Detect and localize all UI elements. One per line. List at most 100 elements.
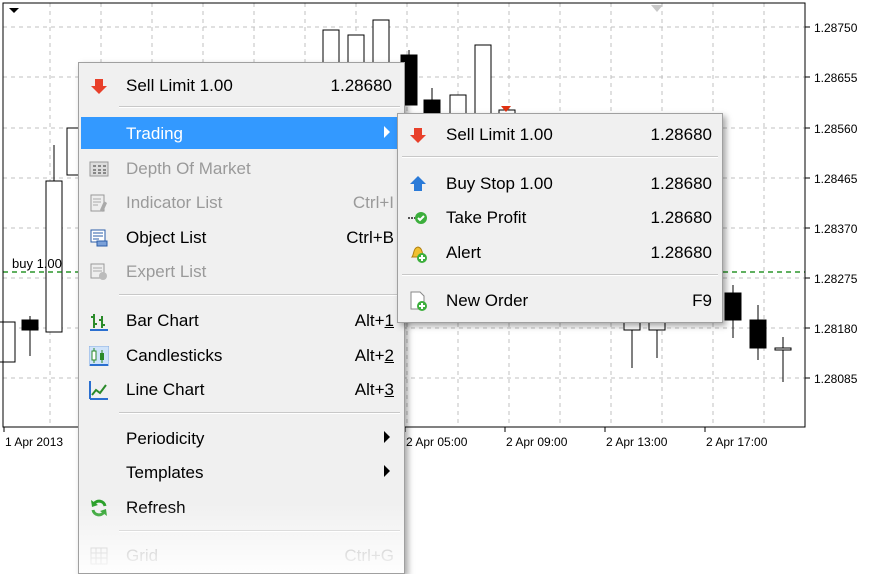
price-axis: 1.28750 1.28655 1.28560 1.28465 1.28370 1.282… [805, 21, 858, 386]
menu-item-indicator-list[interactable]: Indicator List Ctrl+I [81, 186, 402, 218]
menu-item-label: Expert List [126, 262, 207, 281]
menu-separator [402, 274, 718, 276]
menu-item-periodicity[interactable]: Periodicity [81, 422, 402, 454]
expert-list-icon [90, 263, 107, 280]
menu-item-label: Sell Limit 1.00 [446, 125, 553, 144]
menu-item-expert-list[interactable]: Expert List [81, 255, 402, 287]
menu-item-label: Bar Chart [126, 311, 199, 330]
buy-arrow-icon [410, 176, 426, 191]
candle-body [372, 19, 390, 66]
menu-item-refresh[interactable]: Refresh [81, 491, 402, 523]
menu-item-templates[interactable]: Templates [81, 456, 402, 488]
submenu-arrow-icon [384, 465, 390, 477]
candlesticks-icon [89, 346, 109, 366]
menu-item-bar-chart[interactable]: Bar Chart Alt+1 [81, 304, 402, 336]
menu-item-object-list[interactable]: Object List Ctrl+B [81, 221, 402, 253]
candle-body [322, 29, 340, 66]
menu-item-value: 1.28680 [650, 174, 712, 193]
menu-item-value: 1.28680 [650, 125, 712, 144]
candle-body [774, 347, 792, 351]
menu-separator [119, 412, 400, 414]
submenu-item-sell-limit[interactable]: Sell Limit 1.00 1.28680 [400, 118, 720, 150]
menu-item-shortcut: Ctrl+I [352, 193, 394, 212]
alert-bell-icon [410, 246, 427, 263]
menu-item-sell-limit[interactable]: Sell Limit 1.00 1.28680 [81, 69, 402, 101]
menu-item-label: Refresh [126, 498, 186, 517]
grid-icon [90, 547, 108, 565]
menu-item-label: Periodicity [126, 429, 205, 448]
depth-of-market-icon [89, 161, 109, 177]
price-tick-label: 1.28275 [814, 272, 858, 286]
submenu-item-new-order[interactable]: New Order F9 [400, 284, 720, 316]
sell-arrow-icon [91, 79, 107, 94]
object-list-icon [90, 229, 108, 247]
menu-item-shortcut: Alt+1 [354, 311, 394, 330]
menu-item-label: Take Profit [446, 208, 527, 227]
price-tick-label: 1.28655 [814, 71, 858, 85]
menu-item-value: 1.28680 [330, 76, 392, 95]
line-chart-icon [89, 381, 108, 400]
menu-item-value: 1.28680 [650, 208, 712, 227]
menu-item-label: Candlesticks [126, 346, 223, 365]
time-tick-label: 2 Apr 17:00 [706, 435, 768, 449]
candle-body [21, 319, 39, 331]
bar-chart-icon [90, 314, 108, 331]
menu-item-label: Indicator List [126, 193, 223, 212]
menu-item-label: Alert [446, 243, 481, 262]
submenu-arrow-icon [384, 431, 390, 443]
menu-item-shortcut: F9 [692, 291, 712, 310]
menu-item-shortcut: Alt+3 [354, 380, 394, 399]
candle-body [474, 44, 492, 116]
menu-item-grid[interactable]: Grid Ctrl+G [81, 539, 402, 571]
price-tick-label: 1.28370 [814, 222, 858, 236]
menu-item-label: Trading [126, 124, 184, 143]
take-profit-icon [408, 212, 427, 224]
chart-context-menu: Sell Limit 1.00 1.28680 Trading Depth Of… [78, 62, 405, 574]
price-tick-label: 1.28085 [814, 372, 858, 386]
chart-scroll-marker[interactable] [9, 8, 19, 13]
submenu-arrow-icon [384, 126, 390, 138]
submenu-item-buy-stop[interactable]: Buy Stop 1.00 1.28680 [400, 167, 720, 199]
menu-item-label: Templates [126, 463, 204, 482]
menu-item-label: Sell Limit 1.00 [126, 76, 233, 95]
chart-shift-marker[interactable] [651, 5, 663, 12]
menu-item-label: New Order [446, 291, 529, 310]
menu-item-label: Buy Stop 1.00 [446, 174, 553, 193]
menu-item-label: Depth Of Market [126, 159, 251, 178]
candle-body [724, 292, 742, 321]
buy-order-label: buy 1.00 [12, 256, 62, 271]
time-tick-label: 2 Apr 13:00 [606, 435, 668, 449]
indicator-list-icon [90, 194, 107, 212]
sell-arrow-icon [410, 128, 426, 143]
refresh-icon [91, 499, 107, 517]
menu-item-label: Object List [126, 228, 207, 247]
menu-item-depth-of-market[interactable]: Depth Of Market [81, 152, 402, 184]
price-tick-label: 1.28560 [814, 122, 858, 136]
menu-item-label: Grid [126, 546, 159, 565]
menu-separator [402, 156, 718, 158]
menu-item-label: Line Chart [126, 380, 205, 399]
menu-item-trading[interactable]: Trading [81, 117, 402, 149]
trading-submenu: Sell Limit 1.00 1.28680 Buy Stop 1.00 1.… [397, 113, 723, 323]
price-tick-label: 1.28465 [814, 172, 858, 186]
menu-item-shortcut: Alt+2 [354, 346, 394, 365]
menu-separator [119, 106, 400, 108]
candle-body [449, 94, 467, 116]
candle-body [749, 319, 767, 349]
submenu-item-alert[interactable]: Alert 1.28680 [400, 236, 720, 268]
candle-body [0, 321, 16, 363]
menu-item-shortcut: Ctrl+B [346, 228, 394, 247]
time-tick-label: 2 Apr 05:00 [406, 435, 468, 449]
menu-item-value: 1.28680 [650, 243, 712, 262]
menu-item-candlesticks[interactable]: Candlesticks Alt+2 [81, 339, 402, 371]
menu-item-shortcut: Ctrl+G [344, 546, 394, 565]
submenu-item-take-profit[interactable]: Take Profit 1.28680 [400, 201, 720, 233]
time-tick-label: 2 Apr 09:00 [506, 435, 568, 449]
time-tick-label: 1 Apr 2013 [5, 435, 63, 449]
menu-separator [119, 294, 400, 296]
menu-item-line-chart[interactable]: Line Chart Alt+3 [81, 373, 402, 405]
price-tick-label: 1.28180 [814, 322, 858, 336]
price-tick-label: 1.28750 [814, 21, 858, 35]
new-order-icon [410, 291, 427, 311]
menu-separator [119, 530, 400, 532]
